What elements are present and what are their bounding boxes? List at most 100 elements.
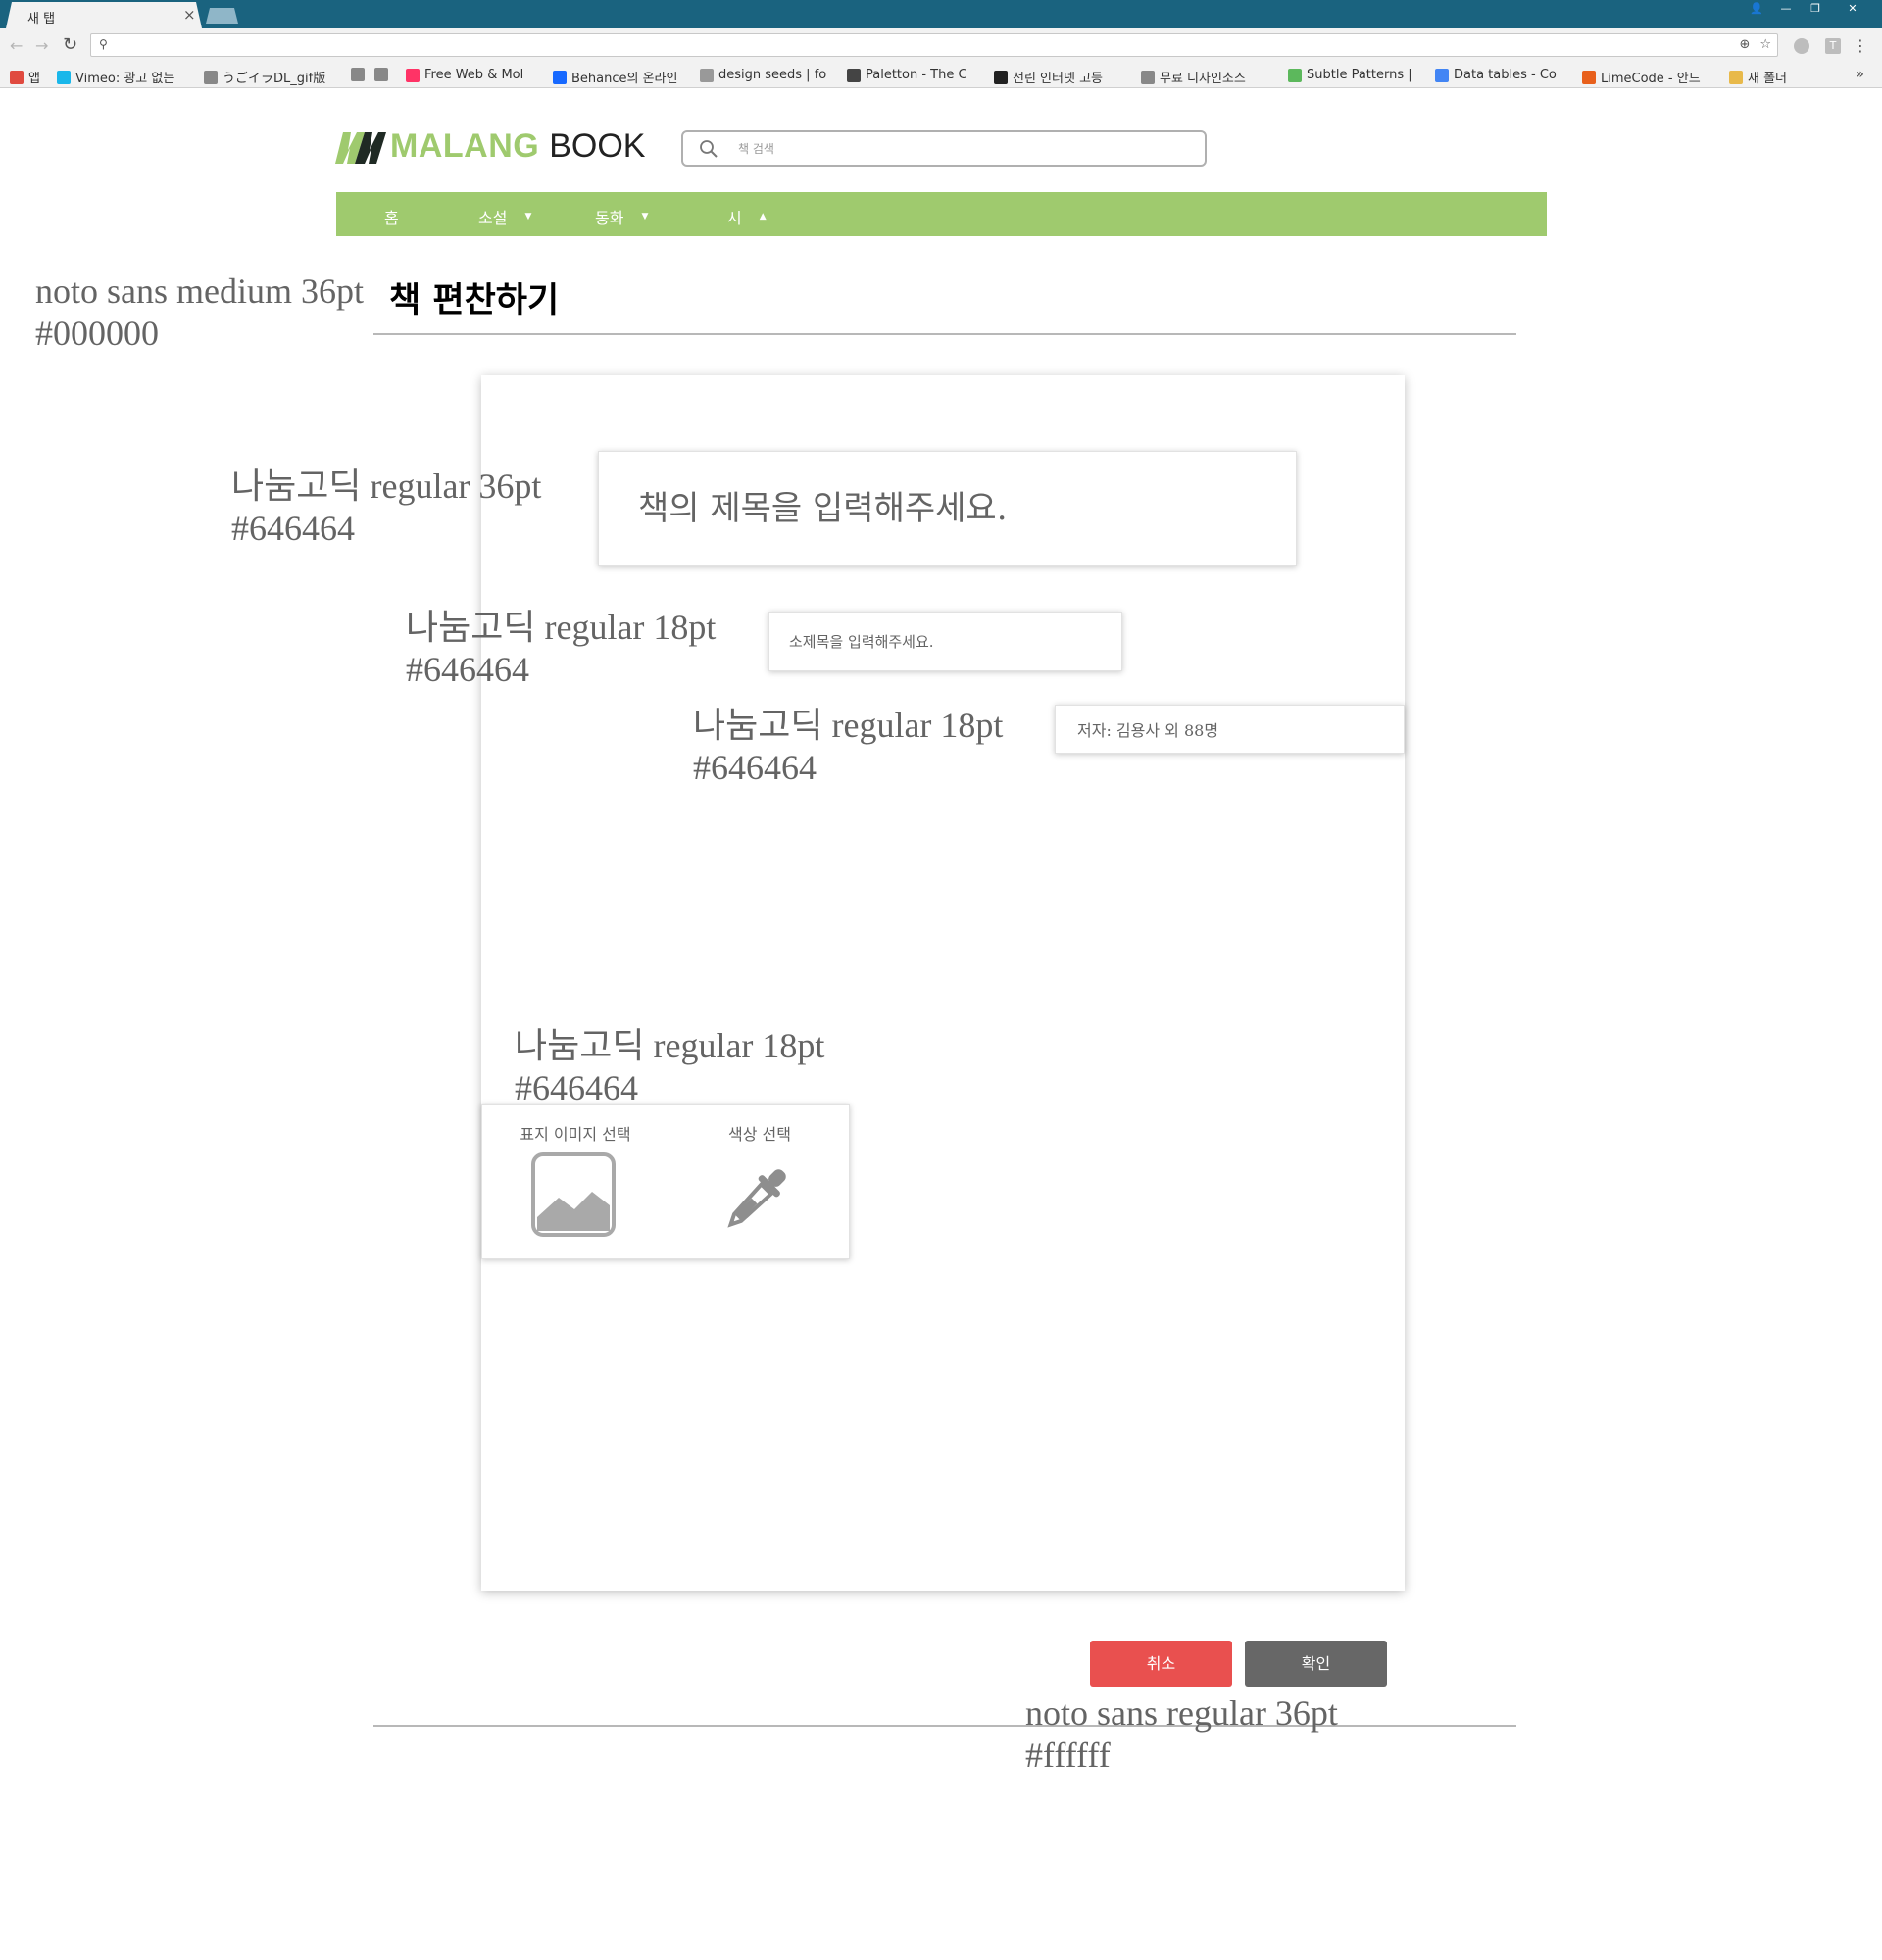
browser-menu-icon[interactable]: ⋮ (1853, 36, 1868, 55)
spec-note-color: #646464 (515, 1068, 638, 1107)
cover-image-picker[interactable]: 표지 이미지 선택 (482, 1105, 669, 1258)
browser-toolbar: ← → ↻ ⚲ ⊕ ☆ T ⋮ (0, 28, 1882, 63)
subtitle-field[interactable] (768, 612, 1122, 671)
paletton-icon (847, 68, 861, 82)
bookmark-label: うごイラDL_gif版 (223, 72, 326, 86)
close-window-icon[interactable]: ✕ (1831, 0, 1874, 18)
reload-icon[interactable]: ↻ (63, 34, 77, 55)
spec-note-picker: 나눔고딕 regular 18pt #646464 (515, 1025, 824, 1109)
logo-mark-icon (335, 131, 386, 164)
cover-options: 표지 이미지 선택 색상 선택 (481, 1104, 850, 1259)
browser-tab-bar: 새 탭 × 👤 — ❐ ✕ (0, 0, 1882, 28)
bookmark-label: Behance의 온라인 (571, 72, 678, 86)
minimize-icon[interactable]: — (1772, 0, 1800, 18)
subtle-patterns-icon (1288, 68, 1302, 82)
bookmark-item[interactable]: うごイラDL_gif版 (204, 68, 325, 86)
profile-icon[interactable]: 👤 (1743, 0, 1770, 18)
spec-note-font: 나눔고딕 regular 36pt (231, 466, 542, 506)
page-icon (351, 68, 365, 81)
tab-title: 새 탭 (27, 12, 56, 26)
tab-close-icon[interactable]: × (183, 6, 196, 24)
address-bar[interactable]: ⚲ ⊕ ☆ (90, 33, 1778, 57)
spec-note-font: noto sans medium 36pt (35, 271, 364, 311)
spec-note-book-title: 나눔고딕 regular 36pt #646464 (231, 466, 541, 550)
nav-item-label: 홈 (384, 209, 399, 227)
cancel-button[interactable]: 취소 (1090, 1641, 1232, 1687)
page-title: 책 편찬하기 (389, 281, 560, 320)
bookmark-item[interactable]: Paletton - The C (847, 68, 967, 82)
window-controls: 👤 — ❐ ✕ (1743, 0, 1874, 18)
extension-t-icon[interactable]: T (1825, 38, 1841, 54)
nav-item-fairytale[interactable]: 동화 ▼ (595, 205, 648, 228)
book-title-input[interactable] (599, 452, 1296, 565)
bookmark-item[interactable]: Subtle Patterns | (1288, 68, 1412, 82)
address-search-icon: ⚲ (99, 37, 108, 51)
bookmark-label: design seeds | fo (718, 68, 827, 82)
vimeo-icon (57, 70, 71, 84)
bookmark-label: 앱 (28, 72, 40, 86)
confirm-button[interactable]: 확인 (1245, 1641, 1387, 1687)
search-icon (700, 140, 718, 158)
bookmark-item[interactable]: Behance의 온라인 (553, 68, 677, 86)
zoom-icon[interactable]: ⊕ (1739, 37, 1750, 52)
nav-item-label: 소설 (478, 209, 508, 227)
nav-item-home[interactable]: 홈 (384, 205, 399, 228)
spec-note-font: 나눔고딕 regular 18pt (693, 706, 1004, 745)
bookmark-label: Subtle Patterns | (1307, 68, 1412, 82)
restore-icon[interactable]: ❐ (1802, 0, 1829, 18)
bookmarks-overflow-icon[interactable]: » (1856, 67, 1864, 82)
bookmark-item[interactable]: 선린 인터넷 고등 (994, 68, 1103, 86)
divider-bottom (373, 1725, 1516, 1727)
bookmark-star-icon[interactable]: ☆ (1759, 37, 1771, 52)
subtitle-input[interactable] (769, 612, 1121, 670)
bookmark-item[interactable]: LimeCode - 안드 (1582, 68, 1701, 86)
bookmark-label: 무료 디자인소스 (1160, 72, 1246, 86)
bookmark-item[interactable] (351, 68, 370, 81)
spec-note-font: 나눔고딕 regular 18pt (406, 608, 717, 647)
bookmark-item[interactable] (374, 68, 393, 81)
spec-note-subtitle: 나눔고딕 regular 18pt #646464 (406, 607, 716, 691)
forward-icon[interactable]: → (35, 36, 48, 55)
bookmarks-bar: 앱 Vimeo: 광고 없는 うごイラDL_gif版 Free Web & Mol Be… (0, 63, 1882, 88)
bookmark-item[interactable]: design seeds | fo (700, 68, 826, 82)
site-logo[interactable]: MALANG BOOK (335, 127, 645, 166)
page-icon (374, 68, 388, 81)
bookmark-item[interactable]: 앱 (10, 68, 40, 86)
bookmark-item[interactable]: Vimeo: 광고 없는 (57, 68, 174, 86)
browser-tab-active[interactable]: 새 탭 × (6, 2, 202, 28)
bookmark-item[interactable]: Free Web & Mol (406, 68, 523, 82)
back-icon[interactable]: ← (10, 36, 23, 55)
spec-note-color: #646464 (406, 650, 529, 689)
bookmark-label: Paletton - The C (866, 68, 967, 82)
search-bar[interactable] (681, 130, 1207, 167)
bookmark-item[interactable]: Data tables - Co (1435, 68, 1557, 82)
caret-down-icon: ▼ (524, 212, 532, 221)
extension-icon[interactable] (1794, 38, 1809, 54)
author-input[interactable] (1056, 706, 1404, 753)
search-input[interactable] (738, 138, 1189, 160)
google-icon (1435, 68, 1449, 82)
bookmark-label: LimeCode - 안드 (1601, 72, 1701, 86)
nav-item-novel[interactable]: 소설 ▼ (478, 205, 531, 228)
cover-image-label: 표지 이미지 선택 (520, 1125, 631, 1144)
new-tab-button[interactable] (206, 8, 238, 24)
bookmark-item[interactable]: 무료 디자인소스 (1141, 68, 1246, 86)
logo-text-primary: MALANG (390, 127, 540, 165)
nav-item-poem[interactable]: 시 ▲ (727, 205, 767, 228)
behance-icon (553, 70, 567, 84)
nav-item-label: 시 (727, 209, 742, 227)
book-title-field[interactable] (598, 451, 1297, 566)
page-icon (204, 70, 218, 84)
caret-up-icon: ▲ (759, 212, 767, 221)
bookmark-item[interactable]: 새 폴더 (1729, 68, 1787, 86)
school-icon (994, 70, 1008, 84)
spec-note-color: #000000 (35, 314, 159, 353)
invision-icon (406, 68, 420, 82)
bookmark-label: Free Web & Mol (424, 68, 524, 82)
color-picker[interactable]: 색상 선택 (669, 1105, 850, 1258)
nav-item-label: 동화 (595, 209, 624, 227)
spec-note-font: 나눔고딕 regular 18pt (515, 1026, 825, 1065)
spec-note-color: #ffffff (1025, 1736, 1111, 1775)
limecode-icon (1582, 70, 1596, 84)
author-field[interactable] (1055, 705, 1405, 754)
